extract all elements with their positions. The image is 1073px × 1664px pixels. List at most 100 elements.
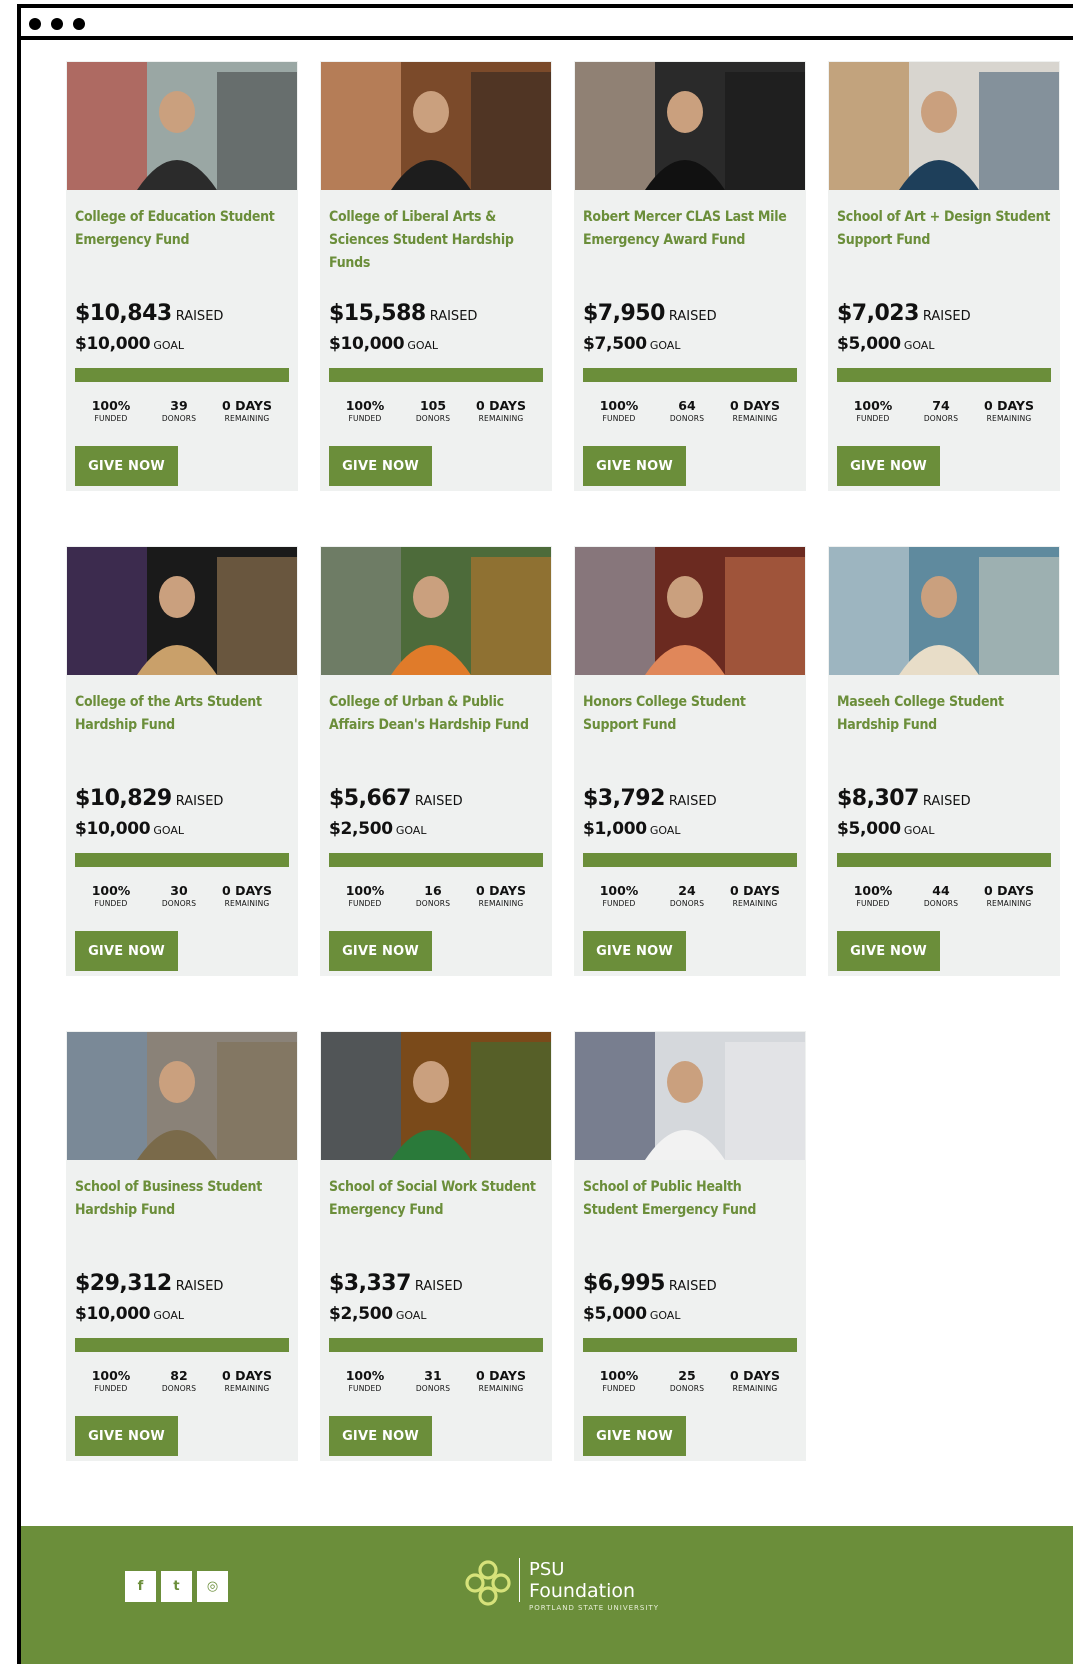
goal-amount: $2,500 GOAL	[329, 1304, 426, 1324]
goal-value: $2,500	[329, 1304, 393, 1324]
fund-stats: 100% FUNDED 25 DONORS 0 DAYS REMAINING	[583, 1368, 797, 1398]
fund-stats: 100% FUNDED 44 DONORS 0 DAYS REMAINING	[837, 883, 1051, 913]
fund-photo[interactable]	[829, 547, 1059, 675]
logo-line-psu: PSU	[529, 1559, 565, 1580]
fund-photo[interactable]	[575, 62, 805, 190]
goal-amount: $5,000 GOAL	[837, 334, 934, 354]
goal-label: GOAL	[407, 339, 438, 352]
fund-photo[interactable]	[67, 1032, 297, 1160]
fund-photo[interactable]	[321, 547, 551, 675]
donors-label: DONORS	[415, 414, 451, 423]
stat-donors: 30 DONORS	[143, 883, 215, 909]
raised-amount: $5,667 RAISED	[329, 786, 463, 811]
maximize-dot[interactable]	[73, 18, 85, 30]
raised-amount: $8,307 RAISED	[837, 786, 971, 811]
funded-value: 100%	[91, 883, 131, 898]
fund-title[interactable]: School of Public Health Student Emergenc…	[583, 1176, 799, 1222]
raised-amount: $10,829 RAISED	[75, 786, 223, 811]
site-footer: f t ◎ PSU Foundation PORTLAND STATE UNIV…	[21, 1526, 1073, 1664]
raised-label: RAISED	[414, 1279, 463, 1294]
goal-label: GOAL	[649, 1309, 681, 1322]
donors-label: DONORS	[161, 1384, 197, 1393]
goal-value: $10,000	[75, 1304, 151, 1324]
twitter-icon[interactable]: t	[161, 1571, 192, 1602]
close-dot[interactable]	[29, 18, 41, 30]
fund-title[interactable]: College of Urban & Public Affairs Dean's…	[329, 691, 545, 737]
fund-title[interactable]: School of Art + Design Student Support F…	[837, 206, 1053, 252]
stat-donors: 105 DONORS	[397, 398, 469, 424]
stat-donors: 82 DONORS	[143, 1368, 215, 1394]
fund-title[interactable]: College of Education Student Emergency F…	[75, 206, 291, 252]
give-now-button[interactable]: GIVE NOW	[583, 1416, 686, 1456]
fund-photo[interactable]	[575, 547, 805, 675]
fund-photo[interactable]	[321, 62, 551, 190]
give-now-button[interactable]: GIVE NOW	[329, 931, 432, 971]
progress-fill	[329, 368, 543, 382]
funded-label: FUNDED	[348, 899, 382, 908]
progress-fill	[583, 853, 797, 867]
fund-title[interactable]: Honors College Student Support Fund	[583, 691, 799, 737]
fund-photo[interactable]	[829, 62, 1059, 190]
progress-fill	[837, 853, 1051, 867]
goal-label: GOAL	[903, 339, 935, 352]
raised-amount: $3,337 RAISED	[329, 1271, 463, 1296]
goal-value: $1,000	[583, 819, 647, 839]
fund-title[interactable]: College of the Arts Student Hardship Fun…	[75, 691, 291, 737]
fund-title[interactable]: School of Business Student Hardship Fund	[75, 1176, 291, 1222]
instagram-icon[interactable]: ◎	[197, 1571, 228, 1602]
facebook-icon[interactable]: f	[125, 1571, 156, 1602]
goal-value: $5,000	[837, 819, 901, 839]
days-value: 0 DAYS	[222, 1368, 272, 1383]
remaining-label: REMAINING	[224, 414, 270, 423]
funded-value: 100%	[345, 398, 385, 413]
funded-value: 100%	[853, 883, 893, 898]
give-now-button[interactable]: GIVE NOW	[583, 446, 686, 486]
funded-label: FUNDED	[602, 414, 636, 423]
donors-label: DONORS	[923, 899, 959, 908]
days-value: 0 DAYS	[222, 883, 272, 898]
days-value: 0 DAYS	[476, 883, 526, 898]
fund-photo[interactable]	[67, 547, 297, 675]
fund-photo[interactable]	[575, 1032, 805, 1160]
fund-photo[interactable]	[321, 1032, 551, 1160]
donors-label: DONORS	[669, 1384, 705, 1393]
fund-stats: 100% FUNDED 16 DONORS 0 DAYS REMAINING	[329, 883, 543, 913]
stat-funded: 100% FUNDED	[583, 398, 655, 424]
donors-value: 39	[170, 398, 188, 413]
give-now-button[interactable]: GIVE NOW	[837, 446, 940, 486]
funded-value: 100%	[599, 398, 639, 413]
give-now-button[interactable]: GIVE NOW	[329, 1416, 432, 1456]
give-now-button[interactable]: GIVE NOW	[329, 446, 432, 486]
give-now-button[interactable]: GIVE NOW	[75, 931, 178, 971]
remaining-label: REMAINING	[478, 1384, 524, 1393]
remaining-label: REMAINING	[732, 1384, 778, 1393]
give-now-button[interactable]: GIVE NOW	[583, 931, 686, 971]
stat-donors: 64 DONORS	[651, 398, 723, 424]
raised-value: $29,312	[75, 1271, 172, 1296]
stat-remaining: 0 DAYS REMAINING	[211, 883, 283, 909]
fund-title[interactable]: College of Liberal Arts & Sciences Stude…	[329, 206, 545, 275]
minimize-dot[interactable]	[51, 18, 63, 30]
fund-title[interactable]: Maseeh College Student Hardship Fund	[837, 691, 1053, 737]
raised-amount: $6,995 RAISED	[583, 1271, 717, 1296]
give-now-button[interactable]: GIVE NOW	[75, 1416, 178, 1456]
fund-title[interactable]: School of Social Work Student Emergency …	[329, 1176, 545, 1222]
fund-title[interactable]: Robert Mercer CLAS Last Mile Emergency A…	[583, 206, 799, 252]
donors-value: 44	[932, 883, 950, 898]
give-now-button[interactable]: GIVE NOW	[837, 931, 940, 971]
progress-bar	[329, 368, 543, 382]
progress-bar	[75, 368, 289, 382]
stat-remaining: 0 DAYS REMAINING	[719, 398, 791, 424]
raised-value: $3,337	[329, 1271, 411, 1296]
logo-line-university: PORTLAND STATE UNIVERSITY	[529, 1604, 659, 1612]
progress-bar	[583, 853, 797, 867]
raised-amount: $7,023 RAISED	[837, 301, 971, 326]
progress-fill	[75, 368, 289, 382]
give-now-button[interactable]: GIVE NOW	[75, 446, 178, 486]
funded-label: FUNDED	[856, 899, 890, 908]
fund-photo[interactable]	[67, 62, 297, 190]
goal-value: $10,000	[329, 334, 405, 354]
stat-funded: 100% FUNDED	[75, 1368, 147, 1394]
psu-foundation-logo[interactable]: PSU Foundation PORTLAND STATE UNIVERSITY	[465, 1556, 665, 1620]
stat-remaining: 0 DAYS REMAINING	[465, 1368, 537, 1394]
